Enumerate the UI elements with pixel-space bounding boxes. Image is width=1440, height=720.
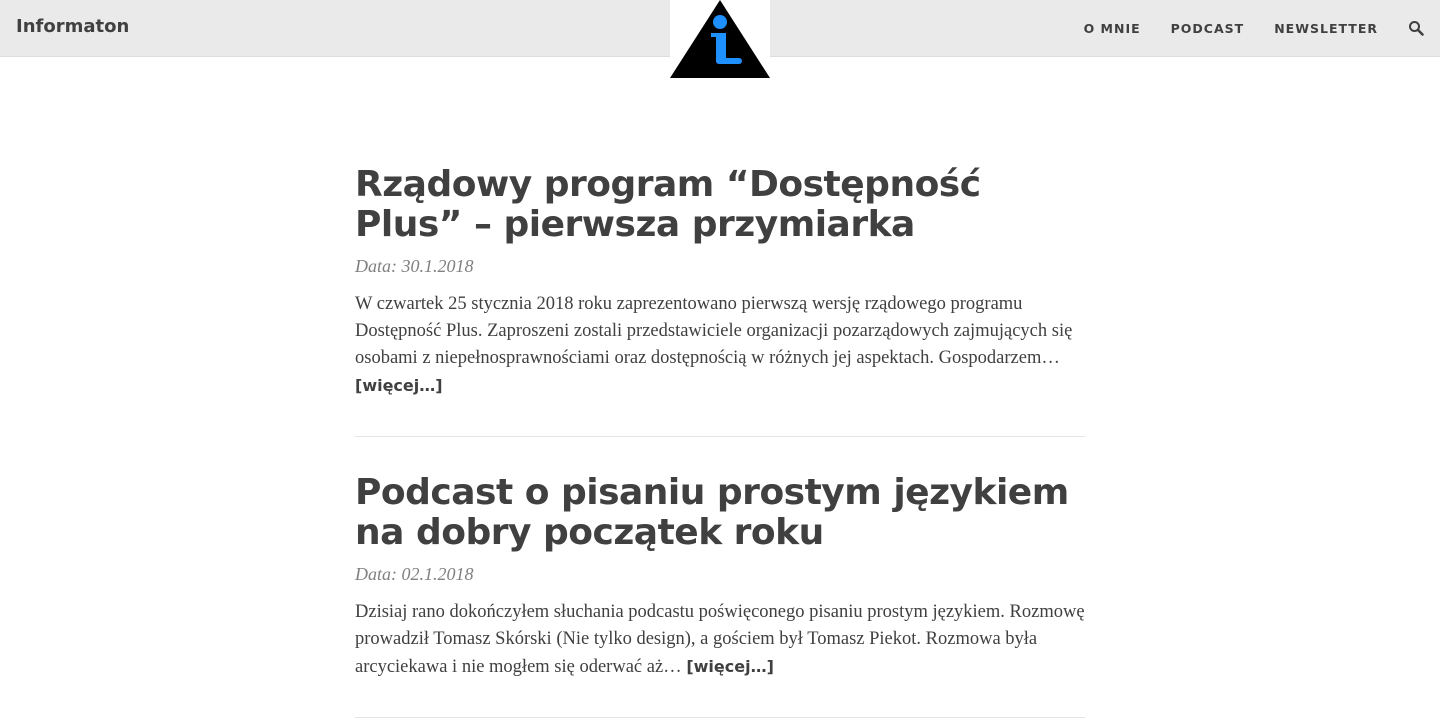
post-excerpt-text: W czwartek 25 stycznia 2018 roku zapreze… xyxy=(355,294,1073,368)
post-title-link[interactable]: Rządowy program “Dostępność Plus” – pier… xyxy=(355,165,1085,245)
post-excerpt: W czwartek 25 stycznia 2018 roku zapreze… xyxy=(355,291,1085,436)
site-brand-link[interactable]: Informaton xyxy=(16,16,129,37)
nav-item-o-mnie[interactable]: O MNIE xyxy=(1084,21,1141,36)
search-icon[interactable] xyxy=(1408,20,1424,36)
main-nav: O MNIE PODCAST NEWSLETTER xyxy=(1084,0,1440,56)
site-logo[interactable] xyxy=(670,0,770,80)
post-list: Rządowy program “Dostępność Plus” – pier… xyxy=(355,165,1085,718)
info-triangle-logo-icon xyxy=(670,0,770,78)
post-excerpt: Dzisiaj rano dokończyłem słuchania podca… xyxy=(355,599,1085,717)
read-more-link[interactable]: [więcej…] xyxy=(686,657,774,676)
nav-item-newsletter[interactable]: NEWSLETTER xyxy=(1274,21,1378,36)
post-date: Data: 30.1.2018 xyxy=(355,256,474,276)
post-title-link[interactable]: Podcast o pisaniu prostym językiem na do… xyxy=(355,473,1085,553)
post-preview: Podcast o pisaniu prostym językiem na do… xyxy=(355,473,1085,718)
post-date: Data: 02.1.2018 xyxy=(355,564,474,584)
read-more-link[interactable]: [więcej…] xyxy=(355,376,443,395)
post-preview: Rządowy program “Dostępność Plus” – pier… xyxy=(355,165,1085,437)
nav-item-podcast[interactable]: PODCAST xyxy=(1171,21,1245,36)
